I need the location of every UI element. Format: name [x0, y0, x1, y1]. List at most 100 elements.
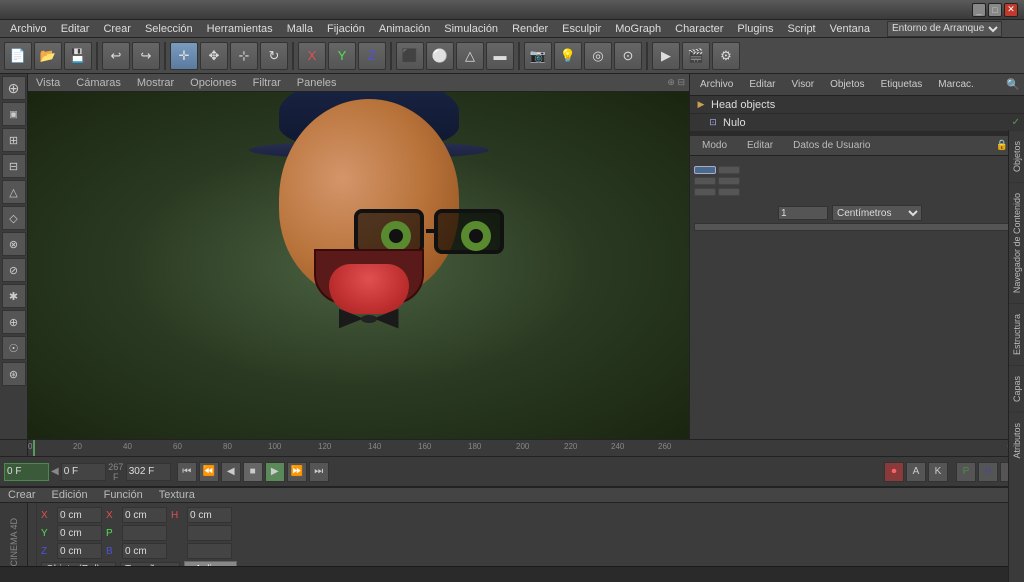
menu-item-script[interactable]: Script	[782, 22, 822, 36]
x-input[interactable]	[57, 507, 102, 523]
menu-item-fijación[interactable]: Fijación	[321, 22, 371, 36]
menu-item-archivo[interactable]: Archivo	[4, 22, 53, 36]
vtab-filtrar[interactable]: Filtrar	[249, 77, 285, 89]
lt-mode10[interactable]: ⊕	[2, 310, 26, 334]
render-preview-btn[interactable]: ▶	[652, 42, 680, 70]
menu-item-editar[interactable]: Editar	[55, 22, 96, 36]
yaxis-btn[interactable]: Y	[328, 42, 356, 70]
menu-item-herramientas[interactable]: Herramientas	[201, 22, 279, 36]
vis-check[interactable]: ✓	[1012, 117, 1020, 128]
3d-viewport[interactable]	[28, 92, 689, 439]
vtab-opciones[interactable]: Opciones	[186, 77, 240, 89]
realizar-btn[interactable]	[694, 188, 716, 196]
time-current-field[interactable]	[4, 463, 49, 481]
move-btn[interactable]: ✥	[200, 42, 228, 70]
menu-item-esculpir[interactable]: Esculpir	[556, 22, 607, 36]
tp-rot[interactable]: R	[978, 462, 998, 482]
empty-input2[interactable]	[187, 543, 232, 559]
mat-tab-textura[interactable]: Textura	[155, 489, 199, 501]
b-input[interactable]	[122, 543, 167, 559]
object-list-item[interactable]: ⊡Nulo✓	[690, 114, 1024, 132]
render-btn[interactable]: 🎬	[682, 42, 710, 70]
lt-mode8[interactable]: ⊘	[2, 258, 26, 282]
scale-unit-select[interactable]: Centímetros	[832, 205, 922, 221]
st-archivo[interactable]: Archivo	[694, 78, 739, 91]
interp-btn[interactable]	[718, 188, 740, 196]
vtab-mostrar[interactable]: Mostrar	[133, 77, 178, 89]
lt-mode9[interactable]: ✱	[2, 284, 26, 308]
scale-project-btn[interactable]	[694, 223, 1020, 231]
attr-tab-modo[interactable]: Modo	[694, 139, 735, 152]
st-marcac[interactable]: Marcac.	[932, 78, 980, 91]
select-btn[interactable]: ✛	[170, 42, 198, 70]
tp-auto[interactable]: A	[906, 462, 926, 482]
vtab-atributos[interactable]: Atributos	[1009, 412, 1024, 439]
st-editar[interactable]: Editar	[743, 78, 781, 91]
plane-btn[interactable]: ▬	[486, 42, 514, 70]
lt-mode7[interactable]: ⊗	[2, 232, 26, 256]
tp-play[interactable]: ▶	[265, 462, 285, 482]
info-btn[interactable]	[718, 166, 740, 174]
lt-mode5[interactable]: △	[2, 180, 26, 204]
vtab-objetos[interactable]: Objetos	[1009, 130, 1024, 182]
tp-play-back[interactable]: ◀	[221, 462, 241, 482]
zaxis-btn[interactable]: Z	[358, 42, 386, 70]
mat-tab-crear[interactable]: Crear	[4, 489, 40, 501]
cfg-proyecto-btn[interactable]	[694, 166, 716, 174]
mat-tab-funcion[interactable]: Función	[100, 489, 147, 501]
minimize-button[interactable]: _	[972, 3, 986, 17]
time-field2[interactable]	[61, 463, 106, 481]
vtab-paneles[interactable]: Paneles	[293, 77, 341, 89]
time-total-field[interactable]	[126, 463, 171, 481]
menu-item-crear[interactable]: Crear	[97, 22, 137, 36]
p-input[interactable]	[122, 525, 167, 541]
maximize-button[interactable]: □	[988, 3, 1002, 17]
menu-item-simulación[interactable]: Simulación	[438, 22, 504, 36]
tp-pos[interactable]: P	[956, 462, 976, 482]
entorno-select[interactable]: Entorno de Arranque	[887, 21, 1002, 37]
vtab-vista[interactable]: Vista	[32, 77, 64, 89]
tp-key[interactable]: K	[928, 462, 948, 482]
rotate-btn[interactable]: ↻	[260, 42, 288, 70]
menu-item-animación[interactable]: Animación	[373, 22, 436, 36]
xaxis-btn[interactable]: X	[298, 42, 326, 70]
close-button[interactable]: ✕	[1004, 3, 1018, 17]
lt-mode12[interactable]: ⊛	[2, 362, 26, 386]
timeline[interactable]: 0 20 40 60 80 100 120 140 160 180 200 22…	[0, 439, 1024, 457]
menu-item-render[interactable]: Render	[506, 22, 554, 36]
menu-item-malla[interactable]: Malla	[281, 22, 319, 36]
scene-search[interactable]: 🔍	[1006, 78, 1020, 91]
menu-item-ventana[interactable]: Ventana	[824, 22, 876, 36]
cone-btn[interactable]: △	[456, 42, 484, 70]
attr-tab-datos[interactable]: Datos de Usuario	[785, 139, 878, 152]
vtab-estructura[interactable]: Estructura	[1009, 303, 1024, 365]
deform-btn[interactable]: ⊙	[614, 42, 642, 70]
vtab-capas[interactable]: Capas	[1009, 365, 1024, 412]
menu-item-selección[interactable]: Selección	[139, 22, 199, 36]
menu-item-plugins[interactable]: Plugins	[731, 22, 779, 36]
st-objetos[interactable]: Objetos	[824, 78, 870, 91]
dinamicas-btn[interactable]	[694, 177, 716, 185]
tp-next[interactable]: ⏩	[287, 462, 307, 482]
vtab-camaras[interactable]: Cámaras	[72, 77, 125, 89]
st-etiquetas[interactable]: Etiquetas	[875, 78, 929, 91]
z-input[interactable]	[57, 543, 102, 559]
tp-prev[interactable]: ⏪	[199, 462, 219, 482]
save-btn[interactable]: 💾	[64, 42, 92, 70]
lt-mode4[interactable]: ⊟	[2, 154, 26, 178]
new-btn[interactable]: 📄	[4, 42, 32, 70]
rx-input[interactable]	[122, 507, 167, 523]
open-btn[interactable]: 📂	[34, 42, 62, 70]
menu-item-character[interactable]: Character	[669, 22, 729, 36]
h-input[interactable]	[187, 507, 232, 523]
cube-btn[interactable]: ⬛	[396, 42, 424, 70]
tp-stop[interactable]: ■	[243, 462, 263, 482]
vtab-nav-contenido[interactable]: Navegador de Contenido	[1009, 182, 1024, 303]
sphere-btn[interactable]: ⚪	[426, 42, 454, 70]
undo-btn[interactable]: ↩	[102, 42, 130, 70]
scale-input[interactable]	[778, 206, 828, 220]
tp-end[interactable]: ⏭	[309, 462, 329, 482]
lt-mode3[interactable]: ⊞	[2, 128, 26, 152]
mat-tab-edicion[interactable]: Edición	[48, 489, 92, 501]
tp-rec[interactable]: ⏺	[884, 462, 904, 482]
